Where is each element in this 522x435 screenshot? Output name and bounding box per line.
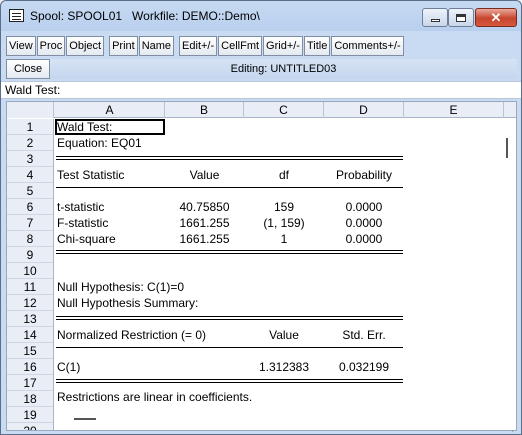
table-rule — [56, 382, 403, 383]
cell-a2[interactable]: Equation: EQ01 — [57, 135, 142, 151]
table-rule — [56, 159, 403, 160]
cell-c16[interactable]: 1.312383 — [244, 359, 324, 375]
maximize-button[interactable] — [448, 8, 474, 27]
row-header[interactable]: 7 — [7, 215, 53, 231]
cellfmt-button[interactable]: CellFmt — [218, 36, 263, 56]
cell-d14[interactable]: Std. Err. — [324, 327, 404, 343]
name-button[interactable]: Name — [138, 36, 175, 56]
cell-d7[interactable]: 0.0000 — [324, 215, 404, 231]
row-header[interactable]: 4 — [7, 167, 53, 183]
row-header[interactable]: 8 — [7, 231, 53, 247]
cell-b8[interactable]: 1661.255 — [165, 231, 244, 247]
comments-button[interactable]: Comments+/- — [331, 36, 404, 56]
cell-a1[interactable]: Wald Test: — [57, 119, 112, 135]
window-title: Spool: SPOOL01 Workfile: DEMO::Demo\ — [30, 9, 260, 23]
row-header[interactable]: 2 — [7, 135, 53, 151]
grid-button[interactable]: Grid+/- — [263, 36, 303, 56]
row-header[interactable]: 20 — [7, 423, 53, 430]
cell-b6[interactable]: 40.75850 — [165, 199, 244, 215]
title-bar[interactable]: Spool: SPOOL01 Workfile: DEMO::Demo\ ✕ — [1, 1, 521, 31]
table-rule — [56, 319, 403, 320]
title-button[interactable]: Title — [303, 36, 331, 56]
cell-d4[interactable]: Probability — [324, 167, 404, 183]
maximize-icon — [456, 13, 466, 22]
close-button[interactable]: Close — [6, 59, 50, 79]
spool-window: Spool: SPOOL01 Workfile: DEMO::Demo\ ✕ V… — [0, 0, 522, 435]
cell-c14[interactable]: Value — [244, 327, 324, 343]
cell-a6[interactable]: t-statistic — [57, 199, 104, 215]
cell-a8[interactable]: Chi-square — [57, 231, 116, 247]
cell-d16[interactable]: 0.032199 — [324, 359, 404, 375]
table-rule — [56, 187, 403, 188]
row-header[interactable]: 9 — [7, 247, 53, 263]
cell-a7[interactable]: F-statistic — [57, 215, 108, 231]
resize-grip-icon[interactable] — [508, 421, 518, 431]
column-header-e[interactable]: E — [404, 102, 504, 118]
table-rule — [56, 316, 403, 317]
spreadsheet[interactable]: A B C D E 1 2 3 4 5 6 7 8 9 10 11 12 13 … — [6, 101, 517, 431]
cell-c6[interactable]: 159 — [244, 199, 324, 215]
edit-bar: Close Editing: UNTITLED03 — [6, 59, 517, 79]
cell-c7[interactable]: (1, 159) — [244, 215, 324, 231]
cell-a18[interactable]: Restrictions are linear in coefficients. — [57, 389, 252, 405]
column-headers: A B C D E — [7, 102, 516, 118]
column-header-b[interactable]: B — [165, 102, 244, 118]
print-button[interactable]: Print — [109, 36, 138, 56]
table-rule — [56, 347, 403, 348]
edit-button[interactable]: Edit+/- — [179, 36, 218, 56]
cell-b7[interactable]: 1661.255 — [165, 215, 244, 231]
cell-a11[interactable]: Null Hypothesis: C(1)=0 — [57, 279, 184, 295]
toolbar: View Proc Object Print Name Edit+/- Cell… — [6, 36, 405, 56]
cell-d6[interactable]: 0.0000 — [324, 199, 404, 215]
row-header[interactable]: 11 — [7, 279, 53, 295]
cell-d8[interactable]: 0.0000 — [324, 231, 404, 247]
cell-a12[interactable]: Null Hypothesis Summary: — [57, 295, 198, 311]
row-header[interactable]: 3 — [7, 151, 53, 167]
minimize-icon — [430, 19, 440, 22]
corner-cell[interactable] — [7, 102, 54, 118]
editing-status: Editing: UNTITLED03 — [230, 63, 337, 75]
row-header[interactable]: 14 — [7, 327, 53, 343]
view-button[interactable]: View — [6, 36, 36, 56]
cell-b4[interactable]: Value — [165, 167, 244, 183]
row-header[interactable]: 16 — [7, 359, 53, 375]
cell-c4[interactable]: df — [244, 167, 324, 183]
close-window-button[interactable]: ✕ — [475, 8, 517, 27]
cell-edit-field[interactable]: Wald Test: — [1, 81, 521, 99]
row-header[interactable]: 13 — [7, 311, 53, 327]
table-rule — [56, 156, 403, 157]
horizontal-scrollbar[interactable] — [74, 418, 96, 420]
column-header-c[interactable]: C — [244, 102, 324, 118]
cell-a4[interactable]: Test Statistic — [57, 167, 124, 183]
table-rule — [56, 250, 403, 251]
row-header[interactable]: 19 — [7, 407, 53, 423]
spool-icon — [9, 9, 24, 22]
row-header[interactable]: 15 — [7, 343, 53, 359]
row-header[interactable]: 1 — [7, 119, 53, 135]
row-header[interactable]: 18 — [7, 391, 53, 407]
column-header-d[interactable]: D — [324, 102, 404, 118]
minimize-button[interactable] — [422, 8, 448, 27]
row-header[interactable]: 17 — [7, 375, 53, 391]
row-header[interactable]: 10 — [7, 263, 53, 279]
cell-a16[interactable]: C(1) — [57, 359, 80, 375]
cell-a14[interactable]: Normalized Restriction (= 0) — [57, 327, 206, 343]
row-header[interactable]: 6 — [7, 199, 53, 215]
vertical-scrollbar[interactable] — [506, 138, 508, 158]
cell-c8[interactable]: 1 — [244, 231, 324, 247]
row-header[interactable]: 12 — [7, 295, 53, 311]
table-rule — [56, 253, 403, 254]
table-rule — [56, 379, 403, 380]
row-headers: 1 2 3 4 5 6 7 8 9 10 11 12 13 14 15 16 1… — [7, 119, 54, 430]
row-header[interactable]: 5 — [7, 183, 53, 199]
object-button[interactable]: Object — [66, 36, 105, 56]
column-header-a[interactable]: A — [55, 102, 165, 118]
close-icon: ✕ — [490, 10, 502, 25]
proc-button[interactable]: Proc — [36, 36, 66, 56]
